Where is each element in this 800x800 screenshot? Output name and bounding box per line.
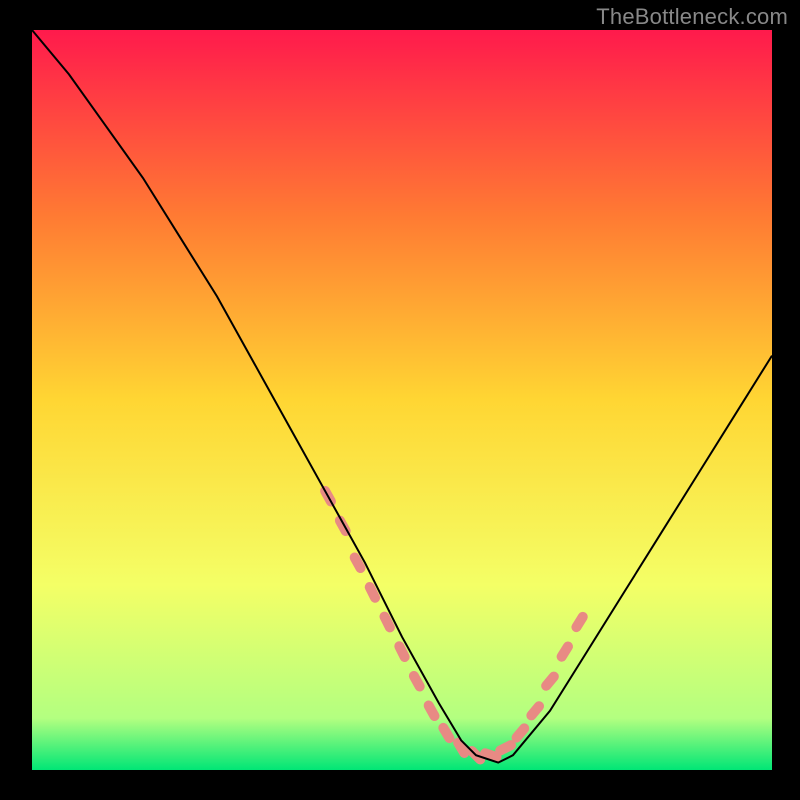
- bottleneck-chart: [0, 0, 800, 800]
- watermark-text: TheBottleneck.com: [596, 4, 788, 30]
- chart-container: TheBottleneck.com: [0, 0, 800, 800]
